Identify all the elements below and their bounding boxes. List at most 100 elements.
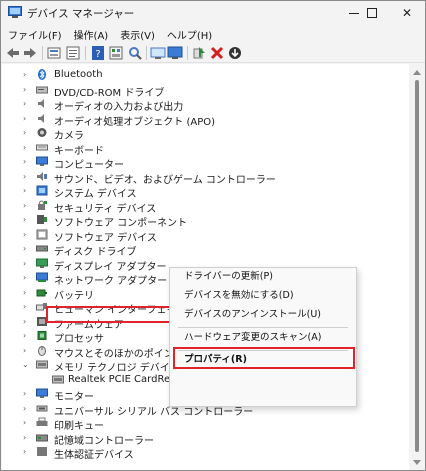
menu-help[interactable]: ヘルプ(H) xyxy=(160,25,217,43)
menu-separator xyxy=(178,327,348,328)
forward-arrow-icon[interactable] xyxy=(22,45,38,61)
display-adapter-icon xyxy=(36,258,48,268)
device-highlight-box xyxy=(46,306,173,323)
chevron-right-icon[interactable]: › xyxy=(23,331,33,341)
enable-device-icon[interactable] xyxy=(191,45,207,61)
tree-item-label: 生体認証デバイス xyxy=(54,450,134,461)
tree-item-label: Bluetooth xyxy=(54,69,103,80)
tree-item-camera[interactable]: › カメラ xyxy=(2,126,409,142)
menu-update-driver[interactable]: ドライバーの更新(P) xyxy=(170,268,356,286)
tree-item-print-queue[interactable]: › 印刷キュー xyxy=(2,416,409,432)
tree-item-dvd[interactable]: › DVD/CD-ROM ドライブ xyxy=(2,83,409,99)
chevron-right-icon[interactable]: › xyxy=(23,201,33,211)
tree-item-system-devices[interactable]: › システム デバイス xyxy=(2,184,409,200)
close-icon: ✕ xyxy=(401,6,413,20)
chevron-right-icon[interactable]: › xyxy=(23,186,33,196)
tree-item-keyboard[interactable]: › キーボード xyxy=(2,141,409,157)
tree-item-security-devices[interactable]: › セキュリティ デバイス xyxy=(2,199,409,215)
tree-item-software-devices[interactable]: › ソフトウェア デバイス xyxy=(2,228,409,244)
chevron-right-icon[interactable]: › xyxy=(23,172,33,182)
menu-scan-hardware[interactable]: ハードウェア変更のスキャン(A) xyxy=(170,329,356,347)
chevron-right-icon[interactable]: › xyxy=(23,259,33,269)
menu-file[interactable]: ファイル(F) xyxy=(1,25,67,43)
printer-icon xyxy=(36,417,48,426)
menu-view[interactable]: 表示(V) xyxy=(113,25,160,43)
scrollbar-thumb[interactable] xyxy=(415,80,419,452)
chevron-right-icon[interactable]: › xyxy=(23,273,33,283)
menu-uninstall-device[interactable]: デバイスのアンインストール(U) xyxy=(170,306,356,324)
chevron-right-icon[interactable]: › xyxy=(23,317,33,327)
chevron-right-icon[interactable]: › xyxy=(23,215,33,225)
speaker-icon xyxy=(38,99,44,108)
dvd-drive-icon xyxy=(36,86,48,93)
device-manager-window: デバイス マネージャー ✕ ファイル(F) 操作(A) 表示(V) ヘルプ(H)… xyxy=(0,0,426,471)
chevron-right-icon[interactable]: › xyxy=(23,230,33,240)
close-button[interactable]: ✕ xyxy=(389,1,425,25)
tree-item-bluetooth[interactable]: › Bluetooth xyxy=(2,68,409,83)
software-component-icon xyxy=(37,215,47,224)
menu-disable-device[interactable]: デバイスを無効にする(D) xyxy=(170,287,356,305)
tree-item-software-components[interactable]: › ソフトウェア コンポーネント xyxy=(2,213,409,229)
back-arrow-icon[interactable] xyxy=(5,45,21,61)
tree-item-storage-controllers[interactable]: › 記憶域コントローラー xyxy=(2,431,409,447)
chevron-right-icon[interactable]: › xyxy=(23,447,33,457)
chevron-right-icon[interactable]: › xyxy=(23,157,33,167)
bluetooth-icon xyxy=(38,69,46,80)
resources-icon[interactable] xyxy=(108,45,124,61)
scroll-down-icon[interactable] xyxy=(413,460,421,465)
chevron-right-icon[interactable]: › xyxy=(23,244,33,254)
computer-icon xyxy=(36,156,48,166)
storage-controller-icon xyxy=(36,434,48,441)
context-menu: ドライバーの更新(P) デバイスを無効にする(D) デバイスのアンインストール(… xyxy=(169,267,357,407)
monitor-icon[interactable] xyxy=(167,45,183,61)
help-icon[interactable]: ? xyxy=(90,45,106,61)
tree-item-disk-drives[interactable]: › ディスク ドライブ xyxy=(2,242,409,258)
chevron-right-icon[interactable]: › xyxy=(23,99,33,109)
network-adapter-icon xyxy=(36,272,48,282)
properties-highlight-box xyxy=(173,347,355,369)
svg-text:?: ? xyxy=(95,49,100,60)
chevron-right-icon[interactable]: › xyxy=(23,418,33,428)
speaker-icon xyxy=(38,113,44,123)
chevron-right-icon[interactable]: › xyxy=(23,143,33,153)
usb-controller-icon xyxy=(36,405,48,411)
properties-icon[interactable] xyxy=(65,45,81,61)
maximize-button[interactable] xyxy=(355,1,389,25)
chevron-right-icon[interactable]: › xyxy=(23,433,33,443)
device-view-icon[interactable] xyxy=(46,45,62,61)
scan-hardware-icon[interactable] xyxy=(127,45,143,61)
tree-item-apo[interactable]: › オーディオ処理オブジェクト (APO) xyxy=(2,112,409,128)
tree-item-sound-video[interactable]: › サウンド、ビデオ、およびゲーム コントローラー xyxy=(2,170,409,186)
chevron-right-icon[interactable]: › xyxy=(23,114,33,124)
tree-item-computer[interactable]: › コンピューター xyxy=(2,155,409,171)
monitor-icon xyxy=(36,388,48,398)
card-reader-icon xyxy=(52,375,64,383)
chevron-right-icon[interactable]: › xyxy=(23,389,33,399)
keyboard-icon xyxy=(36,144,48,150)
biometric-icon xyxy=(37,447,47,456)
uninstall-icon[interactable] xyxy=(209,45,225,61)
battery-icon xyxy=(36,289,47,296)
scroll-up-icon[interactable] xyxy=(413,70,421,75)
chevron-right-icon[interactable]: › xyxy=(23,288,33,298)
chevron-right-icon[interactable]: › xyxy=(23,302,33,312)
menu-action[interactable]: 操作(A) xyxy=(67,25,114,43)
tree-item-audio-io[interactable]: › オーディオの入力および出力 xyxy=(2,97,409,113)
chevron-right-icon[interactable]: › xyxy=(23,70,33,80)
device-manager-icon xyxy=(8,6,22,18)
security-device-icon xyxy=(38,200,47,210)
toolbar: ? xyxy=(1,43,425,63)
chevron-right-icon[interactable]: › xyxy=(23,128,33,138)
tree-item-biometric[interactable]: › 生体認証デバイス xyxy=(2,445,409,461)
update-driver-icon[interactable] xyxy=(227,45,243,61)
vertical-scrollbar[interactable] xyxy=(410,64,424,470)
title-bar: デバイス マネージャー ✕ xyxy=(1,1,425,25)
scan-changes-icon[interactable] xyxy=(150,45,166,61)
camera-icon xyxy=(37,128,47,137)
window-title: デバイス マネージャー xyxy=(27,8,135,20)
chevron-down-icon[interactable]: ⌄ xyxy=(22,360,32,370)
chevron-right-icon[interactable]: › xyxy=(23,346,33,356)
chevron-right-icon[interactable]: › xyxy=(23,404,33,414)
memory-device-icon xyxy=(36,360,48,369)
chevron-right-icon[interactable]: › xyxy=(23,85,33,95)
